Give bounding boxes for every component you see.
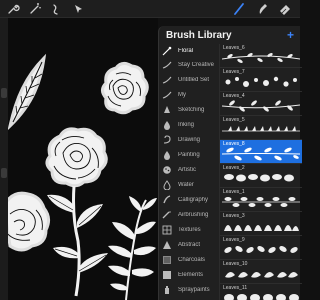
brush-set-my[interactable]: My: [159, 88, 219, 102]
brush-set-untitled[interactable]: Untitled Set: [159, 73, 219, 87]
leaf-stroke-preview: [222, 169, 300, 186]
brush-item[interactable]: Leaves_10: [220, 260, 302, 284]
eraser-icon[interactable]: [278, 2, 292, 16]
brush-set-list: Floral Stay Creative Untitled Set My Ske…: [159, 44, 219, 300]
brush-set-charcoals[interactable]: Charcoals: [159, 253, 219, 267]
brush-stroke-icon: [162, 60, 172, 70]
leaf-stroke-preview: [222, 49, 300, 66]
brush-item[interactable]: Leaves_4: [220, 92, 302, 116]
leaf-stroke-preview: [222, 73, 300, 90]
brush-set-inking[interactable]: Inking: [159, 118, 219, 132]
water-drop-icon: [162, 180, 172, 190]
paint-drop-icon: [162, 150, 172, 160]
panel-title: Brush Library: [166, 30, 232, 41]
magic-wand-icon[interactable]: [28, 2, 42, 16]
brush-item-selected[interactable]: Leaves_8: [220, 140, 302, 164]
brush-library-panel: Brush Library + Floral Stay Creative Unt…: [158, 26, 302, 300]
abstract-triangle-icon: [162, 240, 172, 250]
brush-set-sketching[interactable]: Sketching: [159, 103, 219, 117]
texture-grid-icon: [162, 225, 172, 235]
airbrush-icon: [162, 210, 172, 220]
leaf-stroke-preview: [222, 97, 300, 114]
charcoal-icon: [162, 255, 172, 265]
spray-can-icon: [162, 285, 172, 295]
palette-icon: [162, 165, 172, 175]
brush-list: Leaves_6 Leaves_7 Leaves_4 Leaves_5 Leav…: [219, 44, 302, 300]
wrench-icon[interactable]: [6, 2, 20, 16]
brush-item[interactable]: Leaves_3: [220, 212, 302, 236]
brush-set-textures[interactable]: Textures: [159, 223, 219, 237]
brush-set-abstract[interactable]: Abstract: [159, 238, 219, 252]
brush-set-elements[interactable]: Elements: [159, 268, 219, 282]
pencil-tip-icon: [162, 105, 172, 115]
brush-stroke-icon: [162, 90, 172, 100]
opacity-slider[interactable]: [1, 168, 7, 178]
brush-set-drawing[interactable]: Drawing: [159, 133, 219, 147]
brush-set-artistic[interactable]: Artistic: [159, 163, 219, 177]
brush-item[interactable]: Leaves_6: [220, 44, 302, 68]
leaf-stroke-preview: [222, 217, 300, 234]
elements-icon: [162, 270, 172, 280]
brush-set-floral[interactable]: Floral: [159, 44, 219, 58]
brush-set-painting[interactable]: Painting: [159, 148, 219, 162]
brush-set-water[interactable]: Water: [159, 178, 219, 192]
smudge-icon[interactable]: [255, 2, 269, 16]
brush-set-calligraphy[interactable]: Calligraphy: [159, 193, 219, 207]
brush-size-slider[interactable]: [1, 88, 7, 98]
leaf-stroke-preview: [222, 289, 300, 300]
floral-artwork: [8, 53, 157, 300]
ink-drop-icon: [162, 120, 172, 130]
calligraphy-icon: [162, 195, 172, 205]
add-brush-set-button[interactable]: +: [287, 29, 294, 41]
brush-item[interactable]: Leaves_9: [220, 236, 302, 260]
leaf-stroke-preview: [222, 193, 300, 210]
brush-item[interactable]: Leaves_11: [220, 284, 302, 300]
brush-item[interactable]: Leaves_2: [220, 164, 302, 188]
select-arrow-icon[interactable]: [72, 2, 86, 16]
leaf-stroke-preview: [222, 145, 300, 162]
brush-item[interactable]: Leaves_7: [220, 68, 302, 92]
adjustments-icon[interactable]: [50, 2, 64, 16]
floral-brush-icon: [162, 46, 172, 56]
side-toolbar: [0, 18, 8, 300]
brush-set-airbrushing[interactable]: Airbrushing: [159, 208, 219, 222]
top-toolbar: [0, 0, 300, 18]
brush-set-stay-creative[interactable]: Stay Creative: [159, 58, 219, 72]
leaf-stroke-preview: [222, 241, 300, 258]
brush-item[interactable]: Leaves_5: [220, 116, 302, 140]
drawing-canvas[interactable]: [8, 18, 158, 300]
leaf-stroke-preview: [222, 265, 300, 282]
brush-set-spraypaints[interactable]: Spraypaints: [159, 283, 219, 297]
leaf-stroke-preview: [222, 121, 300, 138]
brush-icon[interactable]: [232, 2, 246, 16]
brush-item[interactable]: Leaves_1: [220, 188, 302, 212]
swirl-icon: [162, 135, 172, 145]
brush-stroke-icon: [162, 75, 172, 85]
